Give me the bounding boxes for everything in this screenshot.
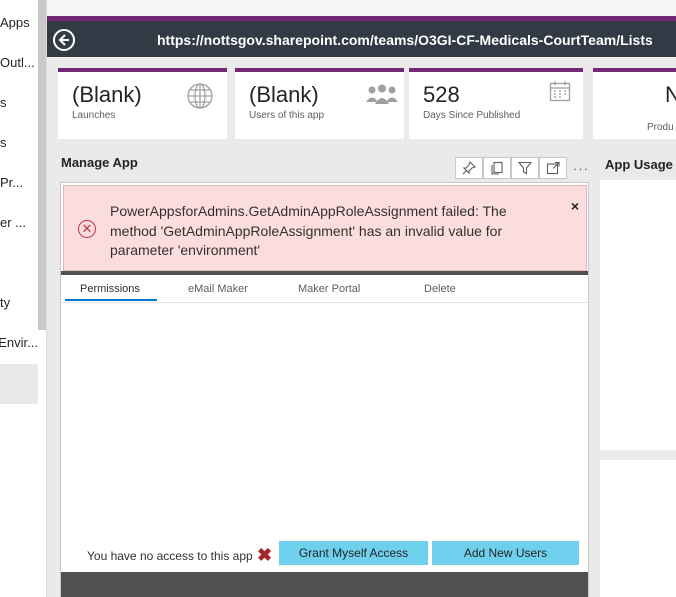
kpi-value: N: [665, 82, 676, 107]
kpi-label: Produ: [647, 122, 674, 133]
more-options-icon[interactable]: ···: [567, 157, 595, 179]
nav-item-4[interactable]: s: [0, 131, 38, 155]
header-bar: [61, 271, 588, 275]
active-tab-indicator: [65, 299, 157, 301]
pin-icon[interactable]: [455, 157, 483, 179]
visual-toolbar: ···: [455, 157, 595, 179]
tab-email-maker[interactable]: eMail Maker: [188, 283, 248, 295]
denied-icon: ✖: [257, 545, 273, 565]
tab-maker-portal[interactable]: Maker Portal: [298, 283, 360, 295]
error-icon: ✕: [78, 220, 96, 238]
app-usage-title: App Usage: [605, 157, 673, 172]
bottom-bar: [61, 572, 588, 597]
no-access-text: You have no access to this app: [87, 549, 253, 563]
kpi-card-partial: N Produ: [593, 68, 676, 139]
tab-bar: Permissions eMail Maker Maker Portal Del…: [61, 279, 588, 303]
url-bar: https://nottsgov.sharepoint.com/teams/O3…: [47, 21, 676, 57]
nav-item-3[interactable]: s: [0, 91, 38, 115]
manage-app-title: Manage App: [61, 155, 138, 170]
focus-mode-icon[interactable]: [539, 157, 567, 179]
error-message: PowerAppsforAdmins.GetAdminAppRoleAssign…: [110, 203, 507, 258]
app-usage-panel: [600, 180, 676, 450]
kpi-card-users: (Blank) Users of this app: [235, 68, 404, 139]
nav-item-8[interactable]: Envir...: [0, 331, 38, 355]
top-strip: [47, 0, 676, 16]
kpi-label: Launches: [72, 110, 116, 121]
kpi-value: (Blank): [72, 82, 142, 107]
kpi-card-launches: (Blank) Launches: [58, 68, 227, 139]
people-icon: [365, 84, 399, 111]
nav-item-6[interactable]: er ...: [0, 211, 38, 235]
nav-item-7[interactable]: ty: [0, 291, 38, 315]
access-footer: You have no access to this app ✖ Grant M…: [61, 537, 588, 569]
nav-item-5[interactable]: Pr...: [0, 171, 38, 195]
nav-scrollbar[interactable]: [38, 0, 46, 330]
kpi-card-days: 528 Days Since Published: [409, 68, 583, 139]
app-root: Apps Outl... s s Pr... er ... ty Envir..…: [0, 0, 676, 597]
tab-permissions[interactable]: Permissions: [80, 283, 140, 295]
nav-item-2[interactable]: Outl...: [0, 51, 38, 75]
left-nav: Apps Outl... s s Pr... er ... ty Envir..…: [0, 0, 47, 597]
tab-delete[interactable]: Delete: [424, 283, 456, 295]
manage-app-panel: ✕ PowerAppsforAdmins.GetAdminAppRoleAssi…: [60, 182, 589, 597]
filter-icon[interactable]: [511, 157, 539, 179]
add-users-button[interactable]: Add New Users: [432, 541, 579, 565]
secondary-panel: [600, 460, 676, 597]
error-banner: ✕ PowerAppsforAdmins.GetAdminAppRoleAssi…: [63, 185, 587, 271]
kpi-label: Days Since Published: [423, 110, 521, 121]
close-icon[interactable]: ×: [571, 198, 579, 214]
globe-icon: [186, 82, 214, 115]
nav-item-apps[interactable]: Apps: [0, 11, 38, 35]
kpi-value: 528: [423, 82, 460, 107]
grant-access-button[interactable]: Grant Myself Access: [279, 541, 428, 565]
kpi-label: Users of this app: [249, 110, 325, 121]
calendar-icon: [549, 80, 571, 107]
copy-icon[interactable]: [483, 157, 511, 179]
back-arrow-icon[interactable]: [53, 29, 75, 51]
url-text[interactable]: https://nottsgov.sharepoint.com/teams/O3…: [157, 32, 653, 48]
nav-item-active[interactable]: [0, 364, 38, 404]
kpi-value: (Blank): [249, 82, 319, 107]
